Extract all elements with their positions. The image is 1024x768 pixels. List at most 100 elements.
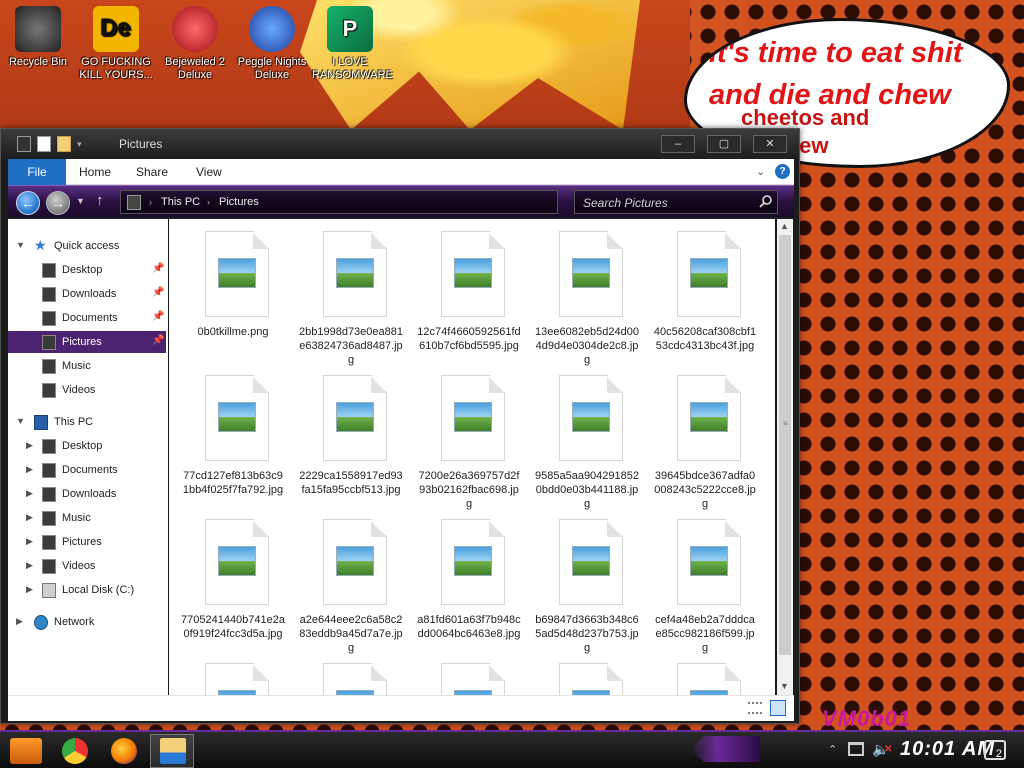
sidebar-item-pc-music[interactable]: ▶ Music [8,507,166,529]
expand-arrow-icon[interactable]: ▶ [26,488,33,499]
file-item[interactable]: b69847d3663b348c65ad5d48d237b753.jpg [531,509,643,654]
firefox-icon[interactable] [111,738,137,764]
file-item[interactable] [531,653,643,695]
breadcrumb-pictures[interactable]: Pictures [219,196,259,208]
expand-arrow-icon[interactable]: ▶ [26,560,33,571]
notification-center-icon[interactable]: 2 [984,740,1006,760]
address-path[interactable]: › This PC › Pictures [120,190,558,214]
show-hidden-icons-chevron-icon[interactable]: ⌃ [828,743,837,756]
sidebar-item-pictures[interactable]: Pictures 📌 [8,331,166,353]
start-button[interactable] [10,738,42,764]
sidebar-item-pc-desktop[interactable]: ▶ Desktop [8,435,166,457]
sidebar-item-label: Videos [62,560,96,572]
collapse-arrow-icon[interactable]: ▼ [16,240,25,250]
expand-arrow-icon[interactable]: ▶ [26,584,33,595]
desktop-icon-peggle[interactable]: Peggle Nights Deluxe [234,6,310,82]
file-item[interactable]: a81fd601a63f7b948cdd0064bc6463e8.jpg [413,509,525,649]
forward-button[interactable]: → [46,191,70,215]
tab-view[interactable]: View [196,165,222,179]
scrollbar-thumb[interactable] [779,235,791,655]
sidebar-item-music[interactable]: Music [8,355,166,377]
sidebar-item-pc-documents[interactable]: ▶ Documents [8,459,166,481]
file-item[interactable]: a2e644eee2c6a58c283eddb9a45d7a7e.jpg [295,509,407,654]
sidebar-item-desktop[interactable]: Desktop 📌 [8,259,166,281]
landscape-thumbnail [218,546,256,576]
network-tray-icon[interactable] [848,742,864,756]
details-view-icon[interactable] [748,702,762,714]
pin-icon[interactable]: 📌 [152,311,164,322]
sidebar-item-documents[interactable]: Documents 📌 [8,307,166,329]
large-icons-view-icon[interactable] [770,700,786,716]
file-item[interactable]: 40c56208caf308cbf153cdc4313bc43f.jpg [649,221,761,361]
sidebar-item-downloads[interactable]: Downloads 📌 [8,283,166,305]
sidebar-item-pc-pictures[interactable]: ▶ Pictures [8,531,166,553]
breadcrumb-this-pc[interactable]: This PC [161,196,200,208]
new-folder-icon[interactable] [57,136,71,152]
image-file-icon [677,231,741,317]
close-button[interactable]: ✕ [753,135,787,153]
image-file-icon [559,663,623,695]
sidebar-item-pc-downloads[interactable]: ▶ Downloads [8,483,166,505]
file-item[interactable]: 9585a5aa9042918520bdd0e03b441188.jpg [531,365,643,510]
expand-arrow-icon[interactable]: ▶ [26,464,33,475]
up-arrow-icon[interactable]: ↑ [96,192,104,209]
file-item[interactable]: 12c74f4660592561fd610b7cf6bd5595.jpg [413,221,525,361]
expand-arrow-icon[interactable]: ▶ [16,616,23,627]
desktop-icon-publisher[interactable]: P I LOVE RANSOMWARE [312,6,393,82]
file-item[interactable]: 0b0tkillme.png [177,221,289,361]
expand-arrow-icon[interactable]: ▶ [26,536,33,547]
tab-home[interactable]: Home [79,165,111,179]
expand-arrow-icon[interactable]: ▶ [26,440,33,451]
file-item[interactable]: 13ee6082eb5d24d004d9d4e0304de2c8.jpg [531,221,643,366]
file-item[interactable] [177,653,289,695]
help-icon[interactable]: ? [775,164,790,179]
expand-ribbon-chevron-icon[interactable]: ⌄ [756,165,765,178]
vertical-scrollbar[interactable]: ▲ ≡ ▼ [777,219,793,695]
sidebar-item-videos[interactable]: Videos [8,379,166,401]
chrome-icon[interactable] [62,738,88,764]
image-file-icon [323,375,387,461]
breadcrumb-separator[interactable]: › [149,197,152,207]
sidebar-item-quick-access[interactable]: ▼ ★ Quick access [8,235,166,257]
desktop-icon-bejeweled[interactable]: Bejeweled 2 Deluxe [157,6,233,82]
recent-locations-chevron-icon[interactable]: ▼ [76,196,85,206]
customize-toolbar-chevron-icon[interactable]: ▾ [77,139,82,150]
scroll-up-arrow-icon[interactable]: ▲ [780,221,789,231]
sidebar-item-this-pc[interactable]: ▼ This PC [8,411,166,433]
file-item[interactable]: 7705241440b741e2a0f919f24fcc3d5a.jpg [177,509,289,649]
desktop-icon-recycle-bin[interactable]: Recycle Bin [0,6,76,69]
file-item[interactable]: cef4a48eb2a7dddcae85cc982186f599.jpg [649,509,761,654]
file-item[interactable] [295,653,407,695]
collapse-arrow-icon[interactable]: ▼ [16,416,25,426]
sidebar-item-pc-videos[interactable]: ▶ Videos [8,555,166,577]
minimize-button[interactable]: – [661,135,695,153]
expand-arrow-icon[interactable]: ▶ [26,512,33,523]
tab-file[interactable]: File [8,159,66,185]
sidebar-item-network[interactable]: ▶ Network [8,611,166,633]
image-file-icon [441,663,505,695]
pin-icon[interactable]: 📌 [152,263,164,274]
clock[interactable]: 10:01 AM [900,738,995,761]
properties-icon[interactable] [37,136,51,152]
pin-icon[interactable]: 📌 [152,287,164,298]
sidebar-item-local-disk[interactable]: ▶ Local Disk (C:) [8,579,166,601]
maximize-button[interactable]: ▢ [707,135,741,153]
title-bar[interactable]: ▾ Pictures – ▢ ✕ [1,129,799,159]
back-button[interactable]: ← [16,191,40,215]
file-item[interactable] [649,653,761,695]
file-item[interactable]: 39645bdce367adfa0008243c5222cce8.jpg [649,365,761,510]
file-item[interactable]: 7200e26a369757d2f93b02162fbac698.jpg [413,365,525,510]
file-item[interactable]: 2bb1998d73e0ea881e63824736ad8487.jpg [295,221,407,366]
breadcrumb-separator[interactable]: › [207,197,210,207]
file-item[interactable] [413,653,525,695]
pin-icon[interactable]: 📌 [152,335,164,346]
file-name-label: 12c74f4660592561fd610b7cf6bd5595.jpg [417,326,521,352]
desktop-icon-de-app[interactable]: De GO FUCKING KILL YOURS... [78,6,154,82]
search-icon[interactable] [759,194,773,208]
file-item[interactable]: 2229ca1558917ed93fa15fa95ccbf513.jpg [295,365,407,505]
file-explorer-icon[interactable] [160,738,186,764]
search-input[interactable]: Search Pictures [574,190,778,214]
file-item[interactable]: 77cd127ef813b63c91bb4f025f7fa792.jpg [177,365,289,505]
scroll-down-arrow-icon[interactable]: ▼ [780,681,789,691]
tab-share[interactable]: Share [136,165,168,179]
